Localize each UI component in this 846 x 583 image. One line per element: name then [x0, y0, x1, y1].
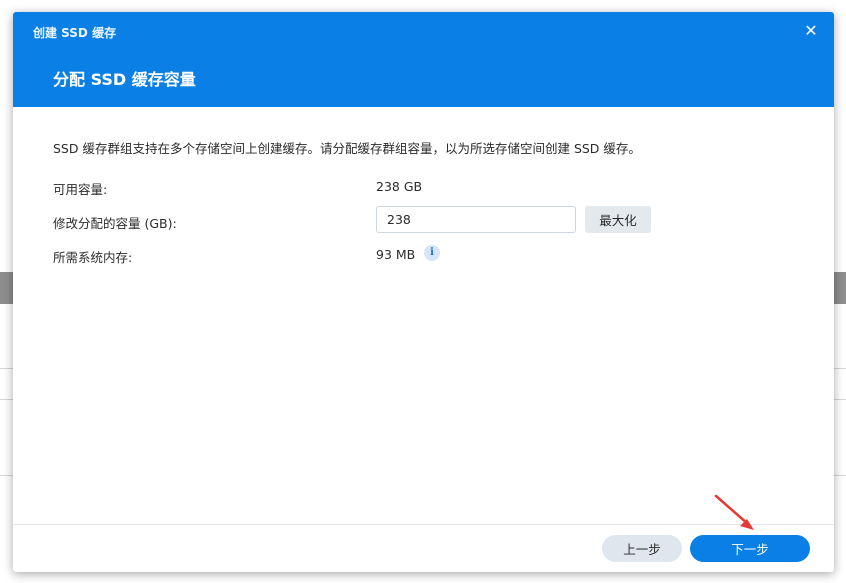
- available-capacity-label: 可用容量:: [53, 182, 108, 197]
- next-button[interactable]: 下一步: [690, 535, 810, 562]
- description-text: SSD 缓存群组支持在多个存储空间上创建缓存。请分配缓存群组容量，以为所选存储空…: [53, 141, 641, 156]
- dialog-header: 创建 SSD 缓存 ✕ 分配 SSD 缓存容量: [13, 12, 834, 107]
- dialog-content: SSD 缓存群组支持在多个存储空间上创建缓存。请分配缓存群组容量，以为所选存储空…: [13, 107, 834, 524]
- info-icon[interactable]: i: [424, 245, 440, 261]
- maximize-button[interactable]: 最大化: [585, 206, 651, 233]
- system-memory-label: 所需系统内存:: [53, 250, 133, 265]
- allocated-capacity-input[interactable]: [376, 206, 576, 233]
- allocated-capacity-label: 修改分配的容量 (GB):: [53, 216, 177, 231]
- previous-button[interactable]: 上一步: [602, 535, 682, 562]
- window-title: 创建 SSD 缓存: [33, 26, 117, 40]
- close-icon[interactable]: ✕: [802, 22, 820, 40]
- available-capacity-value: 238 GB: [376, 179, 423, 194]
- step-title: 分配 SSD 缓存容量: [53, 70, 196, 89]
- annotation-arrow-icon: [714, 494, 754, 530]
- system-memory-value: 93 MB: [376, 247, 416, 262]
